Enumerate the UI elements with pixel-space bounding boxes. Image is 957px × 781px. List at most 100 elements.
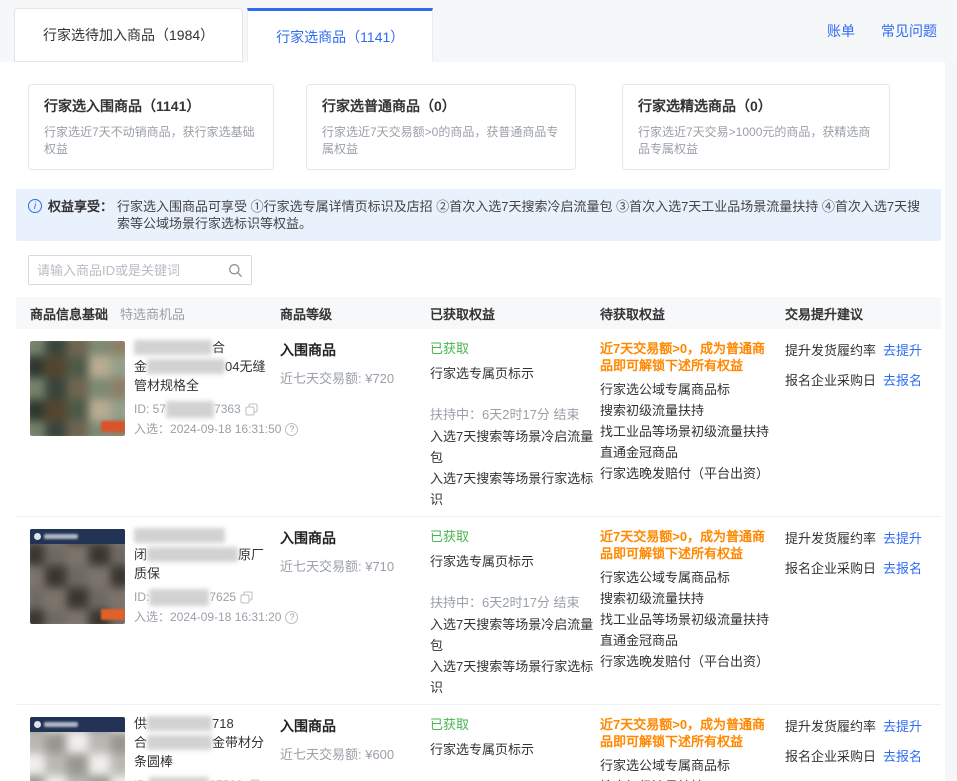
pending-item: 行家选公域专属商品标 — [600, 567, 771, 588]
acquired-benefits-cell: 已获取 行家选专属页标示 扶持中：6天2时16分 结束 入选7天搜索等场景冷启流… — [430, 714, 600, 781]
grade-cell: 入围商品 近七天交易额: ¥720 — [280, 338, 430, 387]
card-title: 行家选入围商品（1141） — [44, 96, 258, 116]
suggestion-action-link[interactable]: 去提升 — [883, 528, 922, 547]
suggestion-label: 提升发货履约率 — [785, 716, 876, 735]
suggestions-cell: 提升发货履约率去提升报名企业采购日去报名 — [785, 338, 941, 400]
acquired-benefit-item: 行家选专属页标示 — [430, 741, 600, 758]
card-desc: 行家选近7天交易额>0的商品，获普通商品专属权益 — [322, 123, 560, 157]
help-circle-icon[interactable]: ? — [285, 611, 298, 624]
grade-cell: 入围商品 近七天交易额: ¥710 — [280, 526, 430, 575]
pending-item: 行家选公域专属商品标 — [600, 755, 771, 776]
suggestions-cell: 提升发货履约率去提升报名企业采购日去报名 — [785, 526, 941, 588]
acquired-status: 已获取 — [430, 340, 600, 357]
product-image[interactable] — [30, 529, 125, 624]
pending-item: 直通金冠商品 — [600, 442, 771, 463]
image-badge — [101, 609, 125, 620]
suggestion-action-link[interactable]: 去报名 — [883, 370, 922, 389]
pending-item: 搜索初级流量扶持 — [600, 776, 771, 781]
pending-headline: 近7天交易额>0，成为普通商品即可解锁下述所有权益 — [600, 528, 771, 562]
grade-cell: 入围商品 近七天交易额: ¥600 — [280, 714, 430, 763]
support-items: 入选7天搜索等场景冷启流量包入选7天搜索等场景行家选标识 — [430, 426, 600, 510]
copy-icon[interactable] — [245, 403, 258, 416]
image-banner — [30, 717, 125, 732]
search-icon[interactable] — [228, 263, 243, 278]
help-glyph: ? — [289, 609, 294, 626]
suggestions-cell: 提升发货履约率去提升报名企业采购日去报名 — [785, 714, 941, 776]
product-text-info: 供 718合 金带材分条圆棒 ID: 37532 入选：2024-09-18 1… — [134, 714, 268, 781]
banner-logo-icon — [34, 721, 41, 728]
suggestion-action-link[interactable]: 去报名 — [883, 558, 922, 577]
pending-item: 找工业品等场景初级流量扶持 — [600, 609, 771, 630]
page: 行家选待加入商品（1984） 行家选商品（1141） 账单 常见问题 行家选入围… — [0, 0, 957, 781]
suggestion-label: 报名企业采购日 — [785, 746, 876, 765]
tab-selected-products[interactable]: 行家选商品（1141） — [247, 8, 433, 62]
selected-timestamp: 2024-09-18 16:31:20 — [170, 609, 281, 626]
scrollbar-track[interactable] — [945, 62, 957, 781]
suggestion-line: 提升发货履约率去提升 — [785, 528, 935, 547]
suggestion-label: 报名企业采购日 — [785, 558, 876, 577]
product-id-prefix: ID: — [134, 777, 149, 781]
card-desc: 行家选近7天不动销商品，获行家选基础权益 — [44, 123, 258, 157]
product-id-blur — [149, 777, 209, 781]
product-info-cell: 闭 原厂质保 ID: 7625 入选：2024-09-18 16:31:20 ? — [30, 526, 280, 626]
summary-cards: 行家选入围商品（1141） 行家选近7天不动销商品，获行家选基础权益 行家选普通… — [28, 84, 929, 170]
info-circle-icon: i — [28, 199, 42, 213]
benefit-notice: i 权益享受： 行家选入围商品可享受 ①行家选专属详情页标识及店招 ②首次入选7… — [16, 189, 941, 241]
card-premium[interactable]: 行家选精选商品（0） 行家选近7天交易>1000元的商品，获精选商品专属权益 — [622, 84, 890, 170]
col-header-suggestion: 交易提升建议 — [785, 304, 941, 323]
subtab-product-info[interactable]: 商品信息基础 — [30, 304, 108, 323]
gmv-7d: 近七天交易额: ¥720 — [280, 368, 430, 387]
suggestion-action-link[interactable]: 去提升 — [883, 716, 922, 735]
pending-items: 行家选公域专属商品标搜索初级流量扶持找工业品等场景初级流量扶持直通金冠商品行家选… — [600, 379, 771, 484]
copy-icon[interactable] — [240, 591, 253, 604]
product-id: ID: 7625 — [134, 589, 268, 606]
product-title[interactable]: 合金 04无缝管材规格全 — [134, 338, 268, 395]
product-info-cell: 合金 04无缝管材规格全 ID: 57 7363 入选：2024-09-18 1… — [30, 338, 280, 438]
gmv-7d: 近七天交易额: ¥600 — [280, 744, 430, 763]
card-desc: 行家选近7天交易>1000元的商品，获精选商品专属权益 — [638, 123, 874, 157]
acquired-benefit-item: 行家选专属页标示 — [430, 365, 600, 382]
col-header-pending: 待获取权益 — [600, 304, 785, 323]
pending-items: 行家选公域专属商品标搜索初级流量扶持找工业品等场景初级流量扶持直通金冠商品行家选… — [600, 755, 771, 781]
selected-label: 入选： — [134, 421, 170, 438]
card-title: 行家选普通商品（0） — [322, 96, 560, 116]
product-image[interactable] — [30, 717, 125, 781]
product-text-info: 合金 04无缝管材规格全 ID: 57 7363 入选：2024-09-18 1… — [134, 338, 268, 438]
help-glyph: ? — [289, 421, 294, 438]
product-info-cell: 供 718合 金带材分条圆棒 ID: 37532 入选：2024-09-18 1… — [30, 714, 280, 781]
selected-label: 入选： — [134, 609, 170, 626]
help-circle-icon[interactable]: ? — [285, 423, 298, 436]
product-id-suffix: 37532 — [209, 777, 242, 781]
faq-link[interactable]: 常见问题 — [881, 21, 937, 41]
pending-item: 行家选晚发赔付（平台出资） — [600, 463, 771, 484]
search-input[interactable] — [29, 263, 228, 278]
card-shortlisted[interactable]: 行家选入围商品（1141） 行家选近7天不动销商品，获行家选基础权益 — [28, 84, 274, 170]
pending-benefits-cell: 近7天交易额>0，成为普通商品即可解锁下述所有权益 行家选公域专属商品标搜索初级… — [600, 338, 785, 484]
product-id-blur — [149, 589, 209, 606]
support-items: 入选7天搜索等场景冷启流量包入选7天搜索等场景行家选标识 — [430, 614, 600, 698]
tab-pending-products[interactable]: 行家选待加入商品（1984） — [14, 8, 243, 62]
selected-time-line: 入选：2024-09-18 16:31:20 ? — [134, 609, 268, 626]
bill-link[interactable]: 账单 — [827, 21, 855, 41]
card-normal[interactable]: 行家选普通商品（0） 行家选近7天交易额>0的商品，获普通商品专属权益 — [306, 84, 576, 170]
product-title[interactable]: 供 718合 金带材分条圆棒 — [134, 714, 268, 771]
product-title[interactable]: 闭 原厂质保 — [134, 526, 268, 583]
product-grade: 入围商品 — [280, 340, 430, 360]
product-id: ID: 57 7363 — [134, 401, 268, 418]
card-title: 行家选精选商品（0） — [638, 96, 874, 116]
product-grade: 入围商品 — [280, 716, 430, 736]
pending-item: 直通金冠商品 — [600, 630, 771, 651]
suggestion-action-link[interactable]: 去报名 — [883, 746, 922, 765]
product-image[interactable] — [30, 341, 125, 436]
pending-items: 行家选公域专属商品标搜索初级流量扶持找工业品等场景初级流量扶持直通金冠商品行家选… — [600, 567, 771, 672]
support-item: 入选7天搜索等场景行家选标识 — [430, 656, 600, 698]
subtab-special-opportunity[interactable]: 特选商机品 — [120, 304, 185, 323]
pending-item: 搜索初级流量扶持 — [600, 400, 771, 421]
top-links: 账单 常见问题 — [827, 0, 937, 62]
product-id-prefix: ID: 57 — [134, 401, 166, 418]
selected-time-line: 入选：2024-09-18 16:31:50 ? — [134, 421, 268, 438]
suggestion-action-link[interactable]: 去提升 — [883, 340, 922, 359]
acquired-benefits-cell: 已获取 行家选专属页标示 扶持中：6天2时17分 结束 入选7天搜索等场景冷启流… — [430, 526, 600, 698]
image-banner — [30, 529, 125, 544]
suggestion-line: 提升发货履约率去提升 — [785, 340, 935, 359]
